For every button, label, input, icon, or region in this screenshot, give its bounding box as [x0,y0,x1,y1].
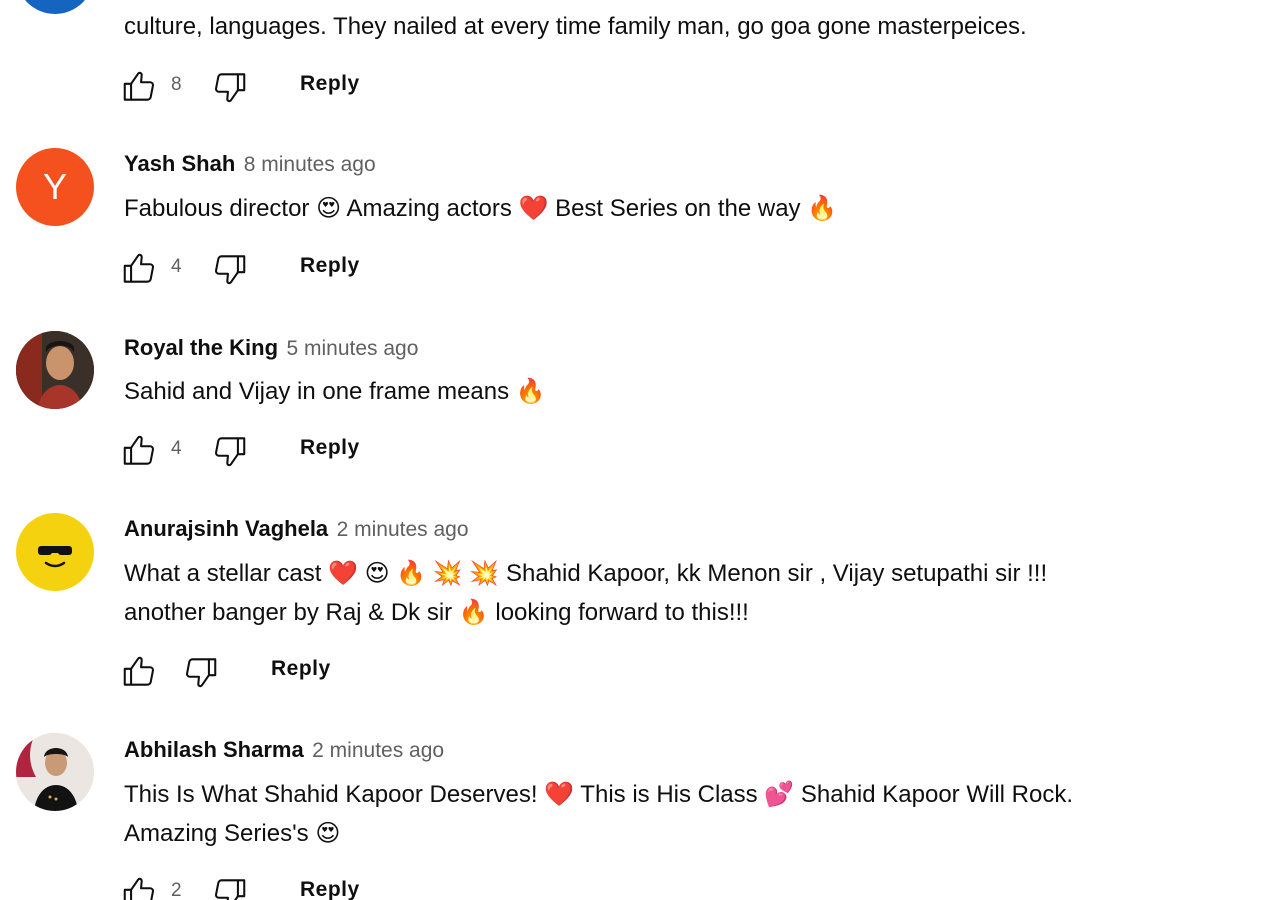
avatar[interactable]: Y [16,148,94,226]
comment-text-line: This Is What Shahid Kapoor Deserves! ❤️ … [124,781,1073,808]
like-count: 4 [171,256,182,277]
dislike-button[interactable] [211,250,249,288]
like-button[interactable] [120,68,158,106]
dislike-button[interactable] [211,432,249,470]
sunglasses-face-icon [38,546,72,568]
like-count: 4 [171,438,182,459]
reply-button[interactable]: Reply [300,436,360,460]
comment-timestamp[interactable]: 2 minutes ago [312,739,444,762]
like-button[interactable] [120,432,158,470]
comment-text-line: Fabulous director 😍 Amazing actors ❤️ Be… [124,195,838,222]
comment-header: Royal the King 5 minutes ago [124,335,418,361]
comment-header: Anurajsinh Vaghela 2 minutes ago [124,516,469,542]
thumbs-down-icon [214,437,246,467]
avatar-photo [16,331,94,409]
comment-timestamp[interactable]: 2 minutes ago [337,518,469,541]
avatar-letter: Y [42,166,67,207]
author-name[interactable]: Abhilash Sharma [124,737,304,762]
like-count: 8 [171,74,182,95]
thumbs-up-icon [123,656,155,686]
reply-button[interactable]: Reply [271,657,331,681]
author-name[interactable]: Royal the King [124,335,278,360]
thumbs-up-icon [123,877,155,900]
dislike-button[interactable] [211,874,249,900]
thumbs-down-icon [214,73,246,103]
comment-header: Abhilash Sharma 2 minutes ago [124,737,444,763]
author-name[interactable]: Anurajsinh Vaghela [124,516,328,541]
comments-section: culture, languages. They nailed at every… [0,0,1280,900]
avatar[interactable] [16,0,94,14]
avatar[interactable] [16,733,94,811]
comment-timestamp[interactable]: 5 minutes ago [286,337,418,360]
thumbs-down-icon [214,255,246,285]
thumbs-down-icon [214,879,246,900]
thumbs-down-icon [185,658,217,688]
reply-button[interactable]: Reply [300,72,360,96]
thumbs-up-icon [123,435,155,465]
reply-button[interactable]: Reply [300,254,360,278]
dislike-button[interactable] [182,653,220,691]
avatar[interactable] [16,331,94,409]
reply-button[interactable]: Reply [300,878,360,900]
like-button[interactable] [120,250,158,288]
like-button[interactable] [120,653,158,691]
avatar-photo [16,733,94,811]
comment-text-line: What a stellar cast ❤️ 😍 🔥 💥 💥 Shahid Ka… [124,560,1048,587]
comment-text-line: another banger by Raj & Dk sir 🔥 looking… [124,599,749,626]
comment-text-line: culture, languages. They nailed at every… [124,13,1027,40]
comment-timestamp[interactable]: 8 minutes ago [244,153,376,176]
comment-text-line: Sahid and Vijay in one frame means 🔥 [124,378,546,405]
like-button[interactable] [120,874,158,900]
comment-text-line: Amazing Series's 😍 [124,820,341,847]
like-count: 2 [171,880,182,900]
comment-header: Yash Shah 8 minutes ago [124,151,376,177]
dislike-button[interactable] [211,68,249,106]
avatar[interactable] [16,513,94,591]
author-name[interactable]: Yash Shah [124,151,235,176]
thumbs-up-icon [123,253,155,283]
thumbs-up-icon [123,71,155,101]
